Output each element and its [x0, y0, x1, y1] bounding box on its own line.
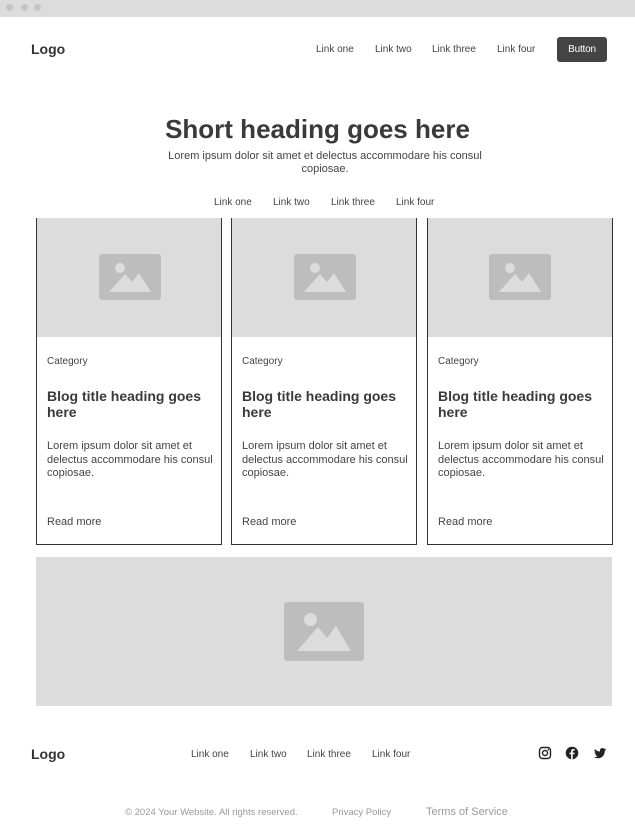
image-placeholder-icon	[294, 254, 356, 300]
blog-card-category[interactable]: Category	[242, 356, 283, 367]
blog-card-category[interactable]: Category	[438, 356, 479, 367]
window-dot-icon[interactable]	[34, 4, 41, 11]
header-nav-link-one[interactable]: Link one	[316, 44, 354, 55]
footer-nav-link-two[interactable]: Link two	[250, 749, 287, 760]
blog-card-read-more[interactable]: Read more	[438, 516, 492, 528]
footer-logo[interactable]: Logo	[31, 746, 65, 762]
image-placeholder-icon	[99, 254, 161, 300]
privacy-policy-link[interactable]: Privacy Policy	[332, 807, 391, 818]
blog-card-image[interactable]	[428, 218, 612, 337]
page-title: Short heading goes here	[165, 114, 470, 144]
window-dot-icon[interactable]	[21, 4, 28, 11]
header-logo[interactable]: Logo	[31, 41, 65, 57]
copyright-text: © 2024 Your Website. All rights reserved…	[125, 807, 298, 818]
blog-card[interactable]: Category Blog title heading goes here Lo…	[231, 218, 417, 545]
footer-nav-link-three[interactable]: Link three	[307, 749, 351, 760]
blog-card-title[interactable]: Blog title heading goes here	[47, 388, 215, 420]
window-titlebar	[0, 0, 635, 17]
blog-card-image[interactable]	[37, 218, 221, 337]
instagram-icon[interactable]	[538, 746, 552, 760]
terms-of-service-link[interactable]: Terms of Service	[426, 806, 508, 818]
filter-link-four[interactable]: Link four	[396, 197, 434, 208]
facebook-icon[interactable]	[565, 746, 579, 760]
footer-nav-link-one[interactable]: Link one	[191, 749, 229, 760]
blog-card-description: Lorem ipsum dolor sit amet et delectus a…	[47, 440, 213, 479]
feature-banner-image	[36, 557, 612, 706]
image-placeholder-icon	[284, 602, 364, 661]
filter-link-two[interactable]: Link two	[273, 197, 310, 208]
blog-card-read-more[interactable]: Read more	[47, 516, 101, 528]
blog-card-image[interactable]	[232, 218, 416, 337]
twitter-icon[interactable]	[593, 746, 607, 760]
blog-card-title[interactable]: Blog title heading goes here	[438, 388, 606, 420]
image-placeholder-icon	[489, 254, 551, 300]
footer-nav-link-four[interactable]: Link four	[372, 749, 410, 760]
filter-link-one[interactable]: Link one	[214, 197, 252, 208]
filter-link-three[interactable]: Link three	[331, 197, 375, 208]
blog-card-description: Lorem ipsum dolor sit amet et delectus a…	[242, 440, 408, 479]
blog-card[interactable]: Category Blog title heading goes here Lo…	[36, 218, 222, 545]
header-cta-button[interactable]: Button	[557, 37, 607, 62]
blog-card[interactable]: Category Blog title heading goes here Lo…	[427, 218, 613, 545]
blog-card-category[interactable]: Category	[47, 356, 88, 367]
page-subtitle: Lorem ipsum dolor sit amet et delectus a…	[168, 150, 482, 175]
window-dot-icon[interactable]	[6, 4, 13, 11]
blog-card-description: Lorem ipsum dolor sit amet et delectus a…	[438, 440, 604, 479]
blog-card-title[interactable]: Blog title heading goes here	[242, 388, 410, 420]
blog-card-read-more[interactable]: Read more	[242, 516, 296, 528]
header-nav-link-three[interactable]: Link three	[432, 44, 476, 55]
header-nav-link-two[interactable]: Link two	[375, 44, 412, 55]
header-nav-link-four[interactable]: Link four	[497, 44, 535, 55]
